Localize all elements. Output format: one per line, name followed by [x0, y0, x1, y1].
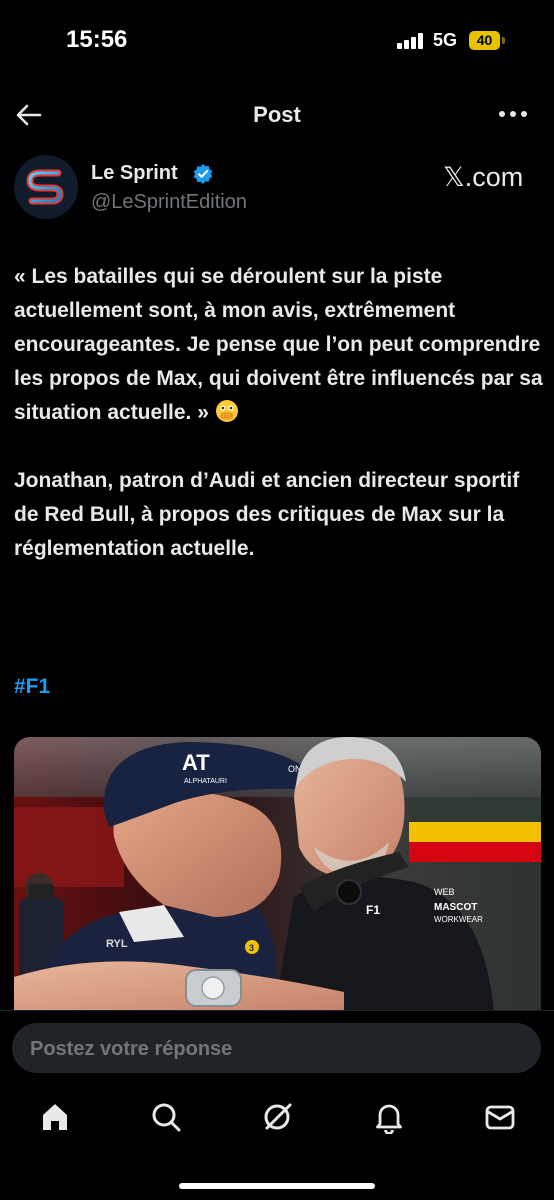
- jacket-emblem: F1: [366, 903, 380, 917]
- home-indicator: [179, 1183, 375, 1189]
- author-name[interactable]: Le Sprint: [91, 162, 178, 185]
- post-body: « Les batailles qui se déroulent sur la …: [14, 260, 544, 566]
- search-icon[interactable]: [149, 1100, 183, 1134]
- post-paragraph-1: « Les batailles qui se déroulent sur la …: [14, 265, 543, 424]
- status-bar: 15:56 5G 40: [0, 0, 554, 80]
- mail-icon[interactable]: [483, 1100, 517, 1134]
- shirt-text-1: RYL: [106, 938, 128, 950]
- avatar[interactable]: [14, 155, 78, 219]
- bell-icon[interactable]: [372, 1100, 406, 1135]
- battery-level: 40: [469, 31, 500, 50]
- cap-sub-text: ALPHATAURI: [184, 778, 227, 785]
- jacket-text-1: WEB: [434, 887, 455, 897]
- home-icon[interactable]: [38, 1100, 72, 1134]
- post-paragraph-2: Jonathan, patron d’Audi et ancien direct…: [14, 469, 520, 560]
- surprised-face-emoji-icon: [215, 399, 239, 423]
- source-logo: 𝕏.com: [443, 162, 524, 192]
- verified-badge-icon: [193, 164, 213, 184]
- post-image[interactable]: AT ALPHATAURI ON RYL 3 F1 WEB MASCOT WOR…: [14, 737, 541, 1012]
- page-title: Post: [253, 102, 301, 127]
- battery-icon: 40: [469, 31, 505, 50]
- grok-icon[interactable]: [261, 1100, 295, 1134]
- more-options-icon[interactable]: [497, 104, 529, 124]
- hashtag-link[interactable]: #F1: [14, 675, 50, 699]
- network-type: 5G: [433, 30, 458, 50]
- status-time: 15:56: [66, 26, 128, 53]
- shirt-text-2: 3: [249, 943, 254, 953]
- jacket-text-3: WORKWEAR: [434, 915, 483, 924]
- reply-bar: Postez votre réponse: [0, 1010, 554, 1091]
- reply-placeholder: Postez votre réponse: [30, 1038, 233, 1060]
- cap-logo: AT: [182, 750, 210, 775]
- signal-icon: [397, 33, 425, 49]
- author-handle[interactable]: @LeSprintEdition: [91, 191, 247, 214]
- jacket-text-2: MASCOT: [434, 902, 477, 913]
- reply-input[interactable]: Postez votre réponse: [12, 1023, 541, 1073]
